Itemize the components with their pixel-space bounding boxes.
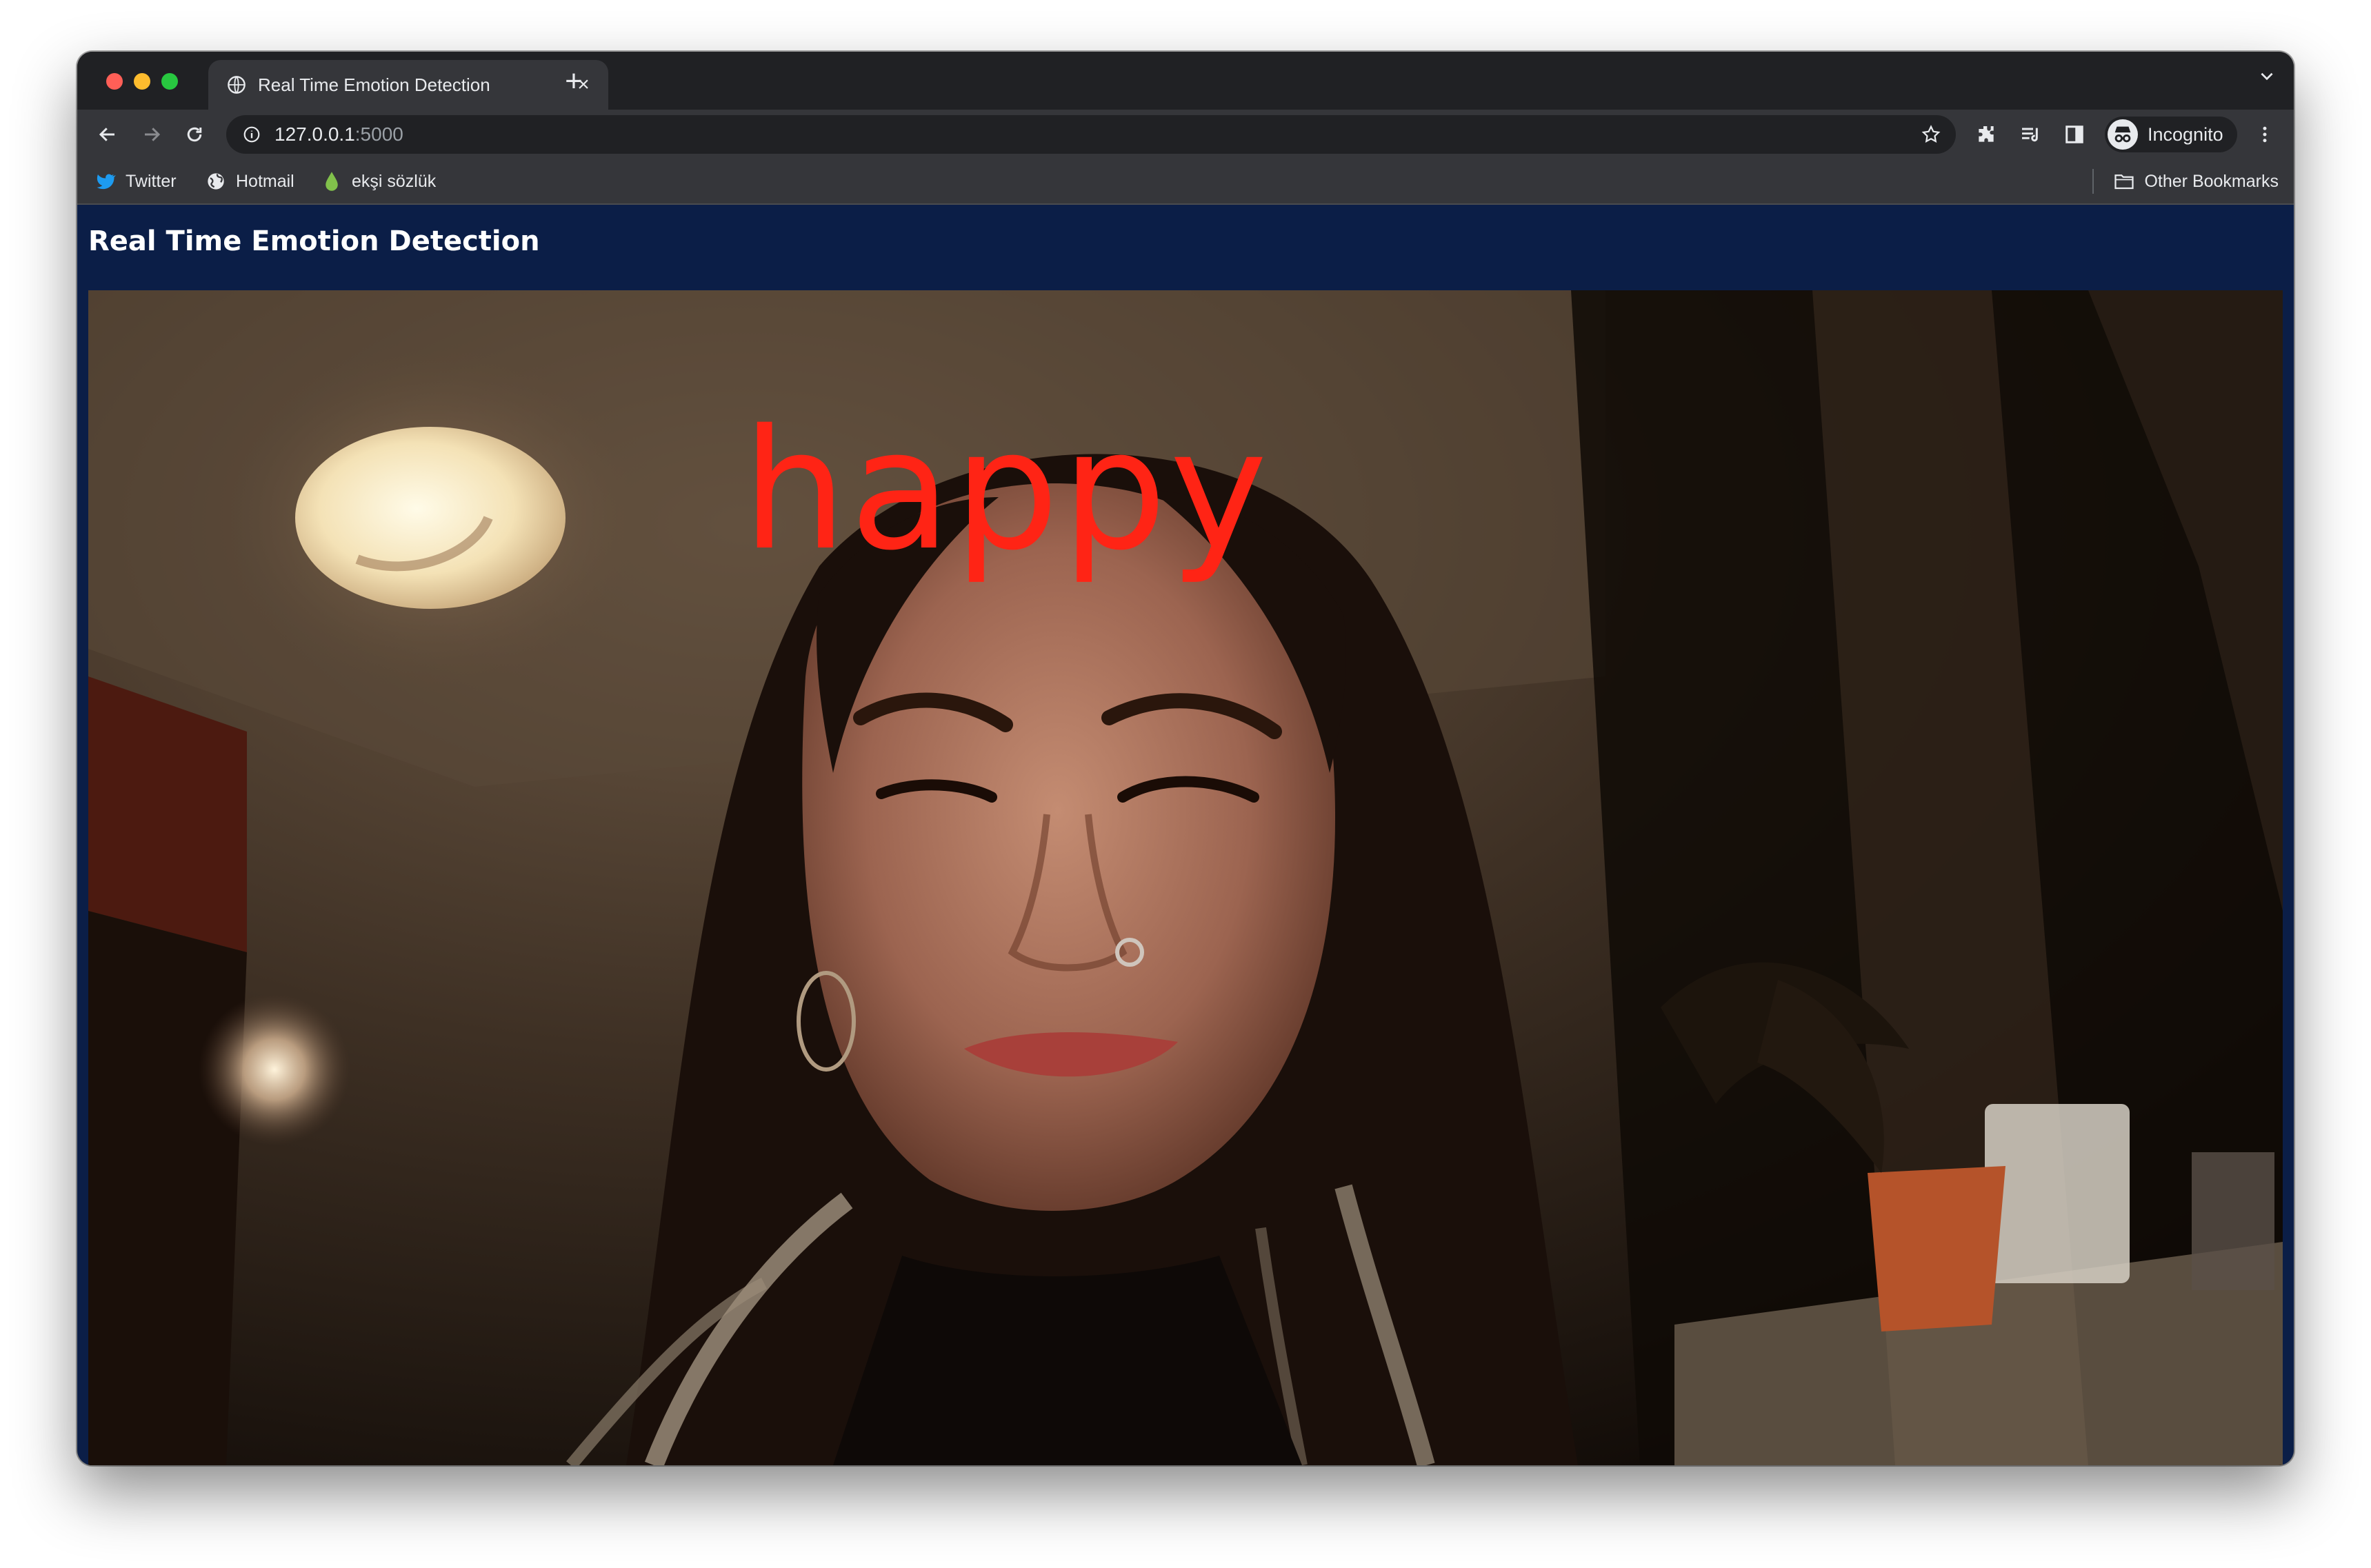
- toolbar: 127.0.0.1:5000 Incognito: [77, 110, 2294, 159]
- reload-icon[interactable]: [177, 117, 212, 152]
- tab-strip: Real Time Emotion Detection × +: [77, 52, 2294, 110]
- bookmark-eksi-sozluk[interactable]: ekşi sözlük: [321, 168, 436, 195]
- other-bookmarks-folder[interactable]: Other Bookmarks: [2114, 168, 2279, 195]
- new-tab-button[interactable]: +: [553, 64, 594, 99]
- globe-icon: [226, 74, 247, 95]
- bookmarks-separator: [2092, 169, 2094, 194]
- page-title: Real Time Emotion Detection: [88, 225, 540, 257]
- profile-label: Incognito: [2148, 123, 2223, 145]
- tab-active[interactable]: Real Time Emotion Detection ×: [208, 60, 608, 110]
- incognito-profile-button[interactable]: Incognito: [2105, 117, 2237, 152]
- url-host: 127.0.0.1: [274, 123, 355, 145]
- back-arrow-icon[interactable]: [90, 117, 126, 152]
- info-icon[interactable]: [241, 124, 262, 145]
- bookmark-label: Other Bookmarks: [2144, 171, 2279, 191]
- url-text: 127.0.0.1:5000: [274, 123, 403, 145]
- bookmark-label: Hotmail: [236, 171, 294, 191]
- more-menu-icon[interactable]: [2250, 119, 2280, 150]
- tab-search-chevron-icon[interactable]: [2258, 67, 2276, 90]
- globe-icon: [206, 171, 226, 192]
- bookmarks-bar: Twitter Hotmail ekşi sözlük Other Bookma…: [77, 159, 2294, 205]
- webcam-video-feed: happy: [88, 290, 2283, 1465]
- droplet-icon: [321, 171, 342, 192]
- url-port: :5000: [354, 123, 403, 145]
- browser-window: Real Time Emotion Detection × + 127.0.0.…: [77, 52, 2294, 1465]
- emotion-label-overlay: happy: [742, 394, 1270, 587]
- extensions-puzzle-icon[interactable]: [1971, 119, 2001, 150]
- twitter-icon: [95, 171, 116, 192]
- forward-arrow-icon[interactable]: [134, 117, 170, 152]
- bookmark-twitter[interactable]: Twitter: [95, 168, 177, 195]
- tab-title: Real Time Emotion Detection: [258, 74, 490, 95]
- page-content: Real Time Emotion Detection happy: [77, 205, 2294, 1465]
- close-window-button[interactable]: [106, 73, 123, 90]
- side-panel-icon[interactable]: [2059, 119, 2090, 150]
- bookmark-label: ekşi sözlük: [352, 171, 437, 191]
- incognito-icon: [2108, 119, 2138, 150]
- bookmark-hotmail[interactable]: Hotmail: [206, 168, 294, 195]
- address-bar[interactable]: 127.0.0.1:5000: [226, 115, 1956, 154]
- folder-icon: [2114, 171, 2134, 192]
- bookmark-star-icon[interactable]: [1919, 122, 1943, 147]
- minimize-window-button[interactable]: [134, 73, 150, 90]
- reading-list-icon[interactable]: [2015, 119, 2045, 150]
- maximize-window-button[interactable]: [161, 73, 178, 90]
- bookmark-label: Twitter: [126, 171, 177, 191]
